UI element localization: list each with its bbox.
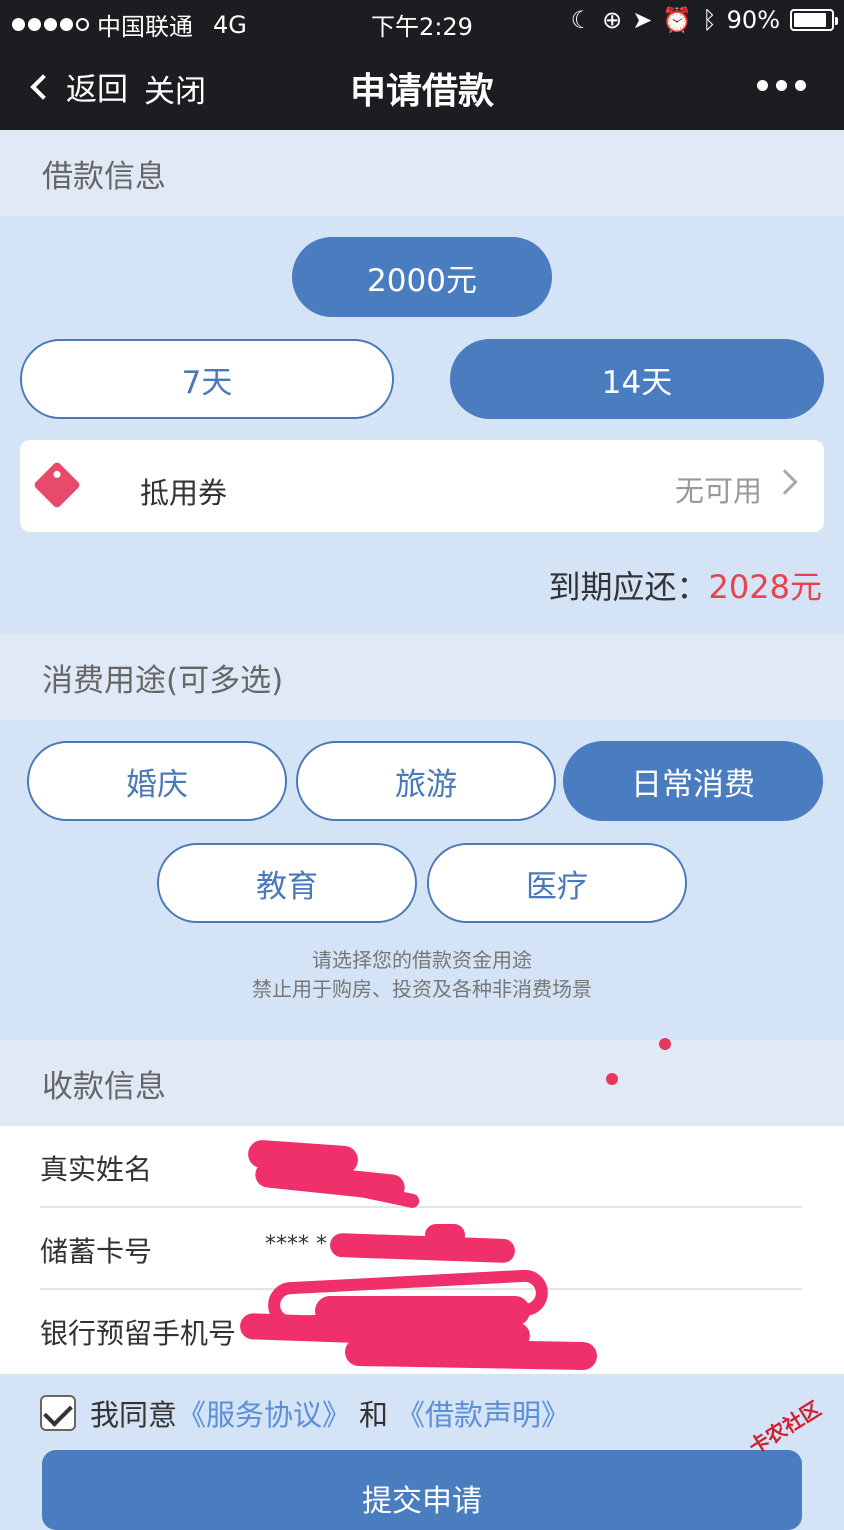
due-label: 到期应还： — [548, 568, 709, 606]
coupon-row[interactable]: 抵用券 无可用 — [20, 440, 824, 532]
purpose-wedding[interactable]: 婚庆 — [27, 741, 287, 821]
purpose-travel[interactable]: 旅游 — [296, 741, 556, 821]
agree-and: 和 — [359, 1398, 389, 1432]
amount-button[interactable]: 2000元 — [292, 237, 552, 317]
purpose-daily[interactable]: 日常消费 — [563, 741, 823, 821]
due-amount: 2028元 — [708, 568, 822, 606]
term-14-button[interactable]: 14天 — [450, 339, 824, 419]
nav-bar: 返回 关闭 申请借款 — [0, 44, 844, 130]
agree-checkbox[interactable] — [40, 1395, 76, 1431]
card-label: 储蓄卡号 — [40, 1235, 153, 1268]
loan-info-heading: 借款信息 — [0, 130, 844, 216]
term-7-button[interactable]: 7天 — [20, 339, 394, 419]
due-amount-line: 到期应还：2028元 — [549, 562, 822, 608]
purpose-hint-2: 禁止用于购房、投资及各种非消费场景 — [252, 977, 592, 1001]
name-row[interactable]: 真实姓名 — [40, 1126, 802, 1208]
page-title: 申请借款 — [349, 71, 494, 112]
battery-percent: 90% — [726, 6, 780, 34]
loan-statement-link[interactable]: 《借款声明》 — [396, 1392, 570, 1434]
alarm-icon: ⏰ — [662, 6, 693, 34]
purpose-education[interactable]: 教育 — [157, 843, 417, 923]
purpose-heading: 消费用途(可多选) — [0, 634, 844, 720]
coupon-label: 抵用券 — [140, 476, 228, 510]
more-icon[interactable] — [757, 80, 806, 91]
purpose-hint-1: 请选择您的借款资金用途 — [312, 948, 532, 972]
agreement-row: 我同意 《服务协议》 和 《借款声明》 — [40, 1392, 570, 1434]
phone-label: 银行预留手机号 — [40, 1317, 237, 1350]
decor-dot — [606, 1073, 618, 1085]
receive-heading: 收款信息 — [0, 1040, 844, 1126]
agree-prefix: 我同意 — [90, 1398, 178, 1432]
card-value: **** * — [265, 1232, 327, 1257]
coupon-tag-icon — [32, 460, 82, 510]
service-agreement-link[interactable]: 《服务协议》 — [177, 1392, 351, 1434]
status-bar: 中国联通 4G 下午2:29 ☾ ⊕ ➤ ⏰ ᛒ 90% — [0, 0, 844, 44]
chevron-right-icon — [772, 469, 798, 495]
coupon-value: 无可用 — [674, 474, 762, 508]
bluetooth-icon: ᛒ — [702, 6, 717, 34]
submit-button[interactable]: 提交申请 — [42, 1450, 802, 1530]
purpose-medical[interactable]: 医疗 — [427, 843, 687, 923]
name-label: 真实姓名 — [40, 1153, 153, 1186]
lock-icon: ⊕ — [602, 6, 623, 34]
moon-icon: ☾ — [570, 6, 593, 34]
decor-dot — [659, 1038, 671, 1050]
battery-icon — [790, 9, 838, 31]
location-icon: ➤ — [632, 6, 653, 34]
